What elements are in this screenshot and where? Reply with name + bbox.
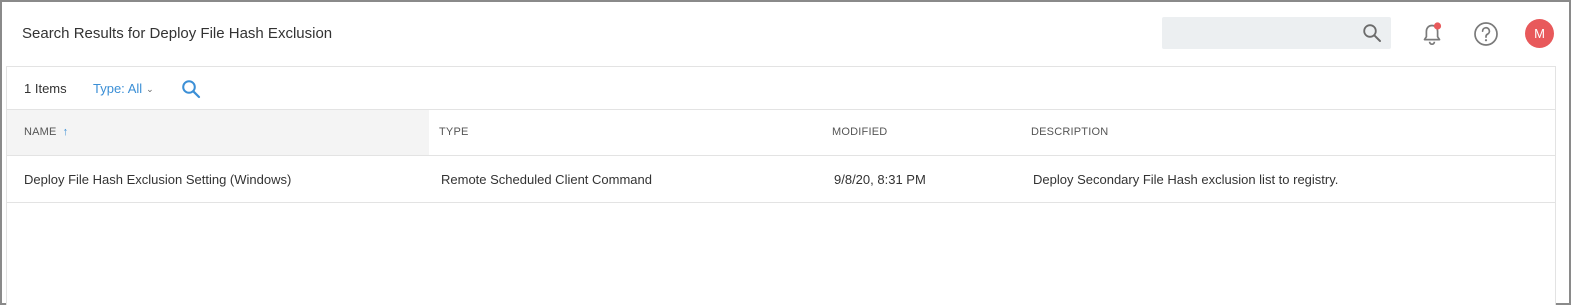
- sort-ascending-icon: ↑: [62, 126, 69, 138]
- user-avatar[interactable]: M: [1525, 19, 1554, 48]
- results-toolbar: 1 Items Type: All ⌄: [7, 67, 1555, 110]
- type-filter-dropdown[interactable]: Type: All ⌄: [93, 81, 154, 96]
- search-icon[interactable]: [1362, 23, 1382, 43]
- bell-icon[interactable]: [1420, 21, 1444, 47]
- search-input[interactable]: [1162, 17, 1352, 49]
- top-bar: Search Results for Deploy File Hash Excl…: [2, 2, 1569, 66]
- table-header: NAME ↑ TYPE MODIFIED DESCRIPTION: [7, 110, 1555, 156]
- cell-type: Remote Scheduled Client Command: [441, 172, 652, 187]
- cell-name[interactable]: Deploy File Hash Exclusion Setting (Wind…: [24, 157, 291, 203]
- table-row[interactable]: Deploy File Hash Exclusion Setting (Wind…: [7, 157, 1555, 203]
- page-title: Search Results for Deploy File Hash Excl…: [22, 25, 333, 42]
- column-header-description[interactable]: DESCRIPTION: [1031, 110, 1108, 155]
- column-header-modified[interactable]: MODIFIED: [832, 110, 887, 155]
- cell-description: Deploy Secondary File Hash exclusion lis…: [1033, 172, 1339, 187]
- app-window: Search Results for Deploy File Hash Excl…: [0, 0, 1571, 305]
- column-header-name[interactable]: NAME ↑: [7, 110, 429, 155]
- items-count: 1 Items: [24, 81, 67, 96]
- cell-modified: 9/8/20, 8:31 PM: [834, 172, 926, 187]
- column-label: NAME: [24, 126, 57, 138]
- chevron-down-icon: ⌄: [146, 84, 154, 94]
- global-search[interactable]: [1162, 17, 1391, 49]
- column-header-type[interactable]: TYPE: [439, 110, 469, 155]
- type-filter-label: Type: All: [93, 81, 143, 96]
- notification-dot: [1433, 22, 1442, 30]
- help-icon[interactable]: [1473, 21, 1499, 47]
- search-icon[interactable]: [181, 79, 201, 99]
- results-panel: 1 Items Type: All ⌄ NAME ↑ TYPE MODIFIED D…: [6, 66, 1556, 305]
